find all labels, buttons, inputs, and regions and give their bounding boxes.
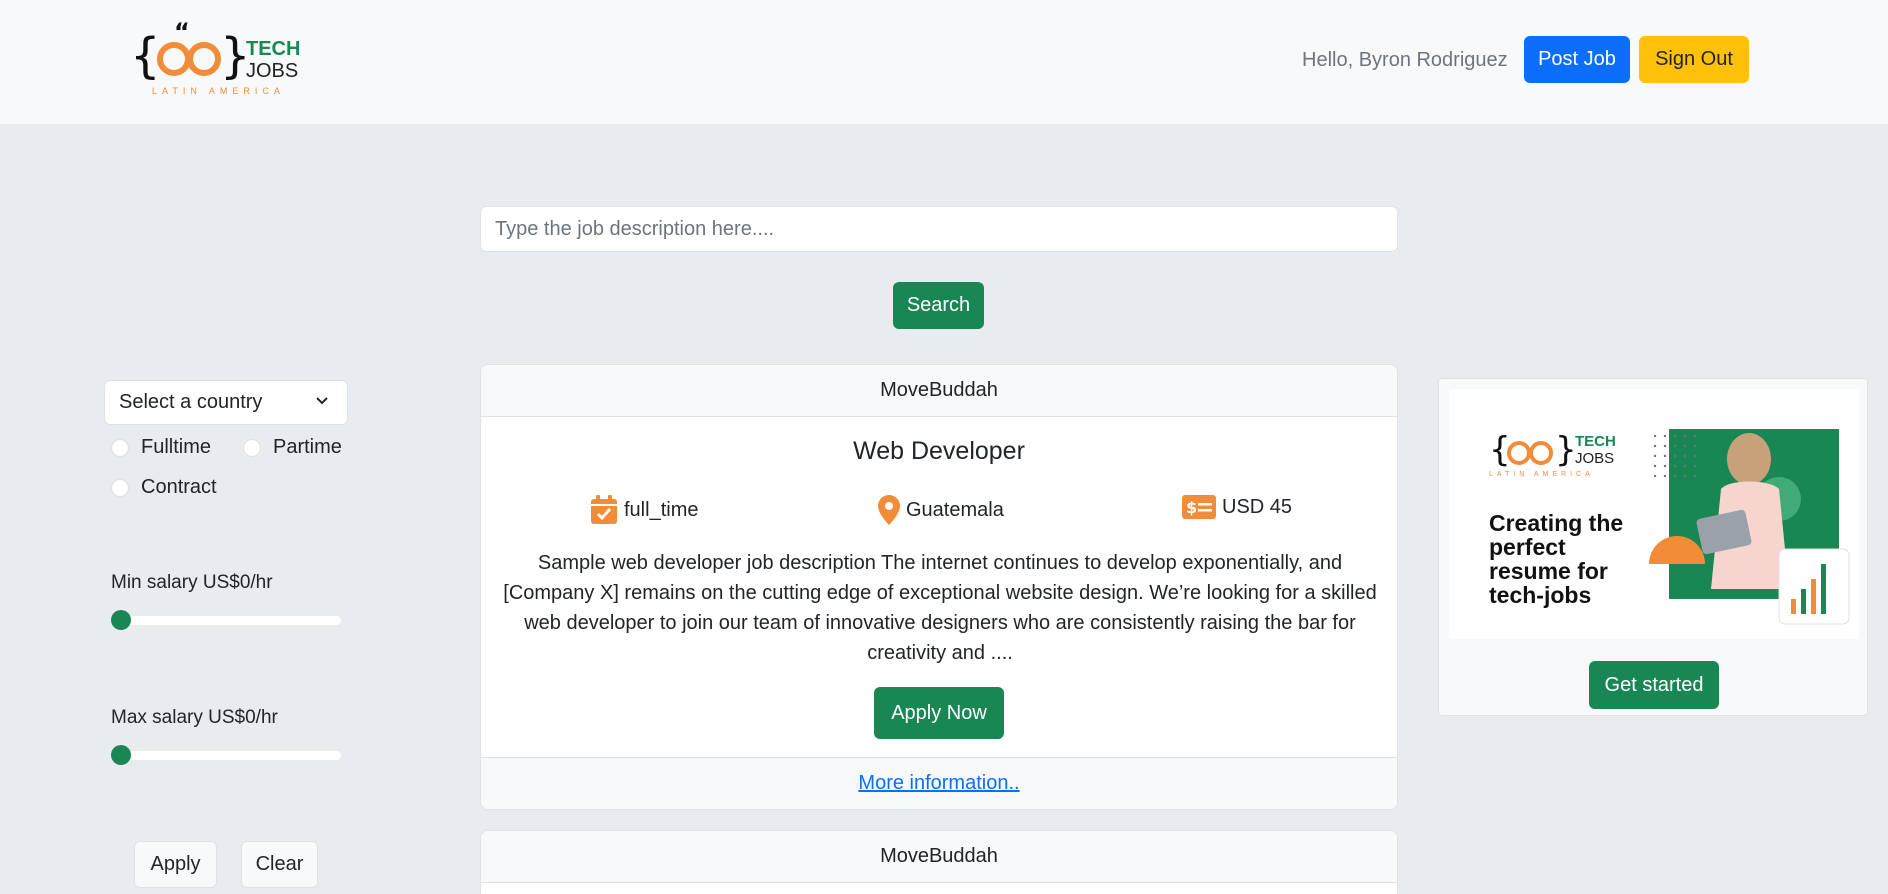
radio-dot[interactable] (111, 438, 129, 457)
min-salary-slider[interactable] (111, 610, 341, 630)
svg-text:$: $ (1186, 498, 1197, 517)
max-salary-slider[interactable] (111, 745, 341, 765)
job-company: MoveBuddah (481, 365, 1397, 417)
apply-filters-button[interactable]: Apply (134, 841, 217, 888)
svg-text:}: } (1555, 430, 1577, 470)
country-select-value: Select a country (119, 391, 263, 413)
job-type-text: full_time (624, 498, 699, 521)
svg-text:“: “ (174, 20, 190, 46)
job-type: full_time (590, 495, 698, 525)
job-card-footer: More information.. (481, 757, 1397, 809)
more-information-link[interactable]: More information.. (858, 772, 1019, 795)
job-location: Guatemala (878, 495, 1004, 525)
svg-text:{: { (130, 28, 161, 84)
min-salary-label: Min salary US$0/hr (111, 572, 273, 593)
radio-label-fulltime: Fulltime (141, 436, 212, 458)
job-salary-text: USD 45 (1222, 495, 1293, 518)
max-salary-slider-thumb[interactable] (111, 745, 131, 765)
money-card-icon: $ (1182, 495, 1216, 519)
map-pin-icon (878, 495, 900, 525)
logo-word-jobs: JOBS (246, 60, 299, 82)
logo-tagline: LATIN AMERICA (152, 86, 285, 96)
job-salary: $ USD 45 (1182, 495, 1292, 519)
radio-label-contract: Contract (141, 476, 217, 498)
search-button[interactable]: Search (893, 282, 984, 329)
radio-contract[interactable]: Contract (111, 476, 217, 499)
job-company: MoveBuddah (481, 831, 1397, 883)
job-card: MoveBuddah Web Developer full_time Guate… (480, 364, 1398, 810)
resume-ad: { } TECH JOBS LATIN AMERICA Creating the… (1438, 378, 1868, 716)
site-logo[interactable]: { “ } TECH JOBS LATIN AMERICA (130, 18, 320, 102)
radio-label-partime: Partime (273, 436, 342, 458)
ad-logo-word-jobs: JOBS (1575, 450, 1615, 467)
sign-out-button[interactable]: Sign Out (1639, 36, 1749, 83)
job-location-text: Guatemala (906, 498, 1004, 521)
ad-logo-tagline: LATIN AMERICA (1489, 471, 1594, 478)
clear-filters-button[interactable]: Clear (241, 841, 318, 888)
job-search-input[interactable] (480, 206, 1398, 252)
job-card: MoveBuddah (480, 830, 1398, 894)
country-select[interactable]: Select a country (104, 380, 348, 425)
job-description: Sample web developer job description The… (503, 552, 1377, 664)
post-job-button[interactable]: Post Job (1524, 36, 1630, 83)
get-started-button[interactable]: Get started (1589, 661, 1719, 709)
radio-fulltime[interactable]: Fulltime (111, 436, 211, 459)
job-title: Web Developer (853, 437, 1025, 465)
apply-now-button[interactable]: Apply Now (874, 687, 1004, 739)
ad-logo-word-tech: TECH (1575, 433, 1616, 450)
min-salary-slider-thumb[interactable] (111, 610, 131, 630)
calendar-check-icon (591, 495, 617, 524)
chevron-down-icon (316, 397, 328, 405)
ad-headline: Creating the perfect resume for tech-job… (1489, 510, 1624, 608)
ad-banner-image: { } TECH JOBS LATIN AMERICA Creating the… (1449, 389, 1859, 639)
logo-word-tech: TECH (246, 38, 301, 60)
navbar: { “ } TECH JOBS LATIN AMERICA Hello, Byr… (0, 0, 1888, 124)
radio-dot[interactable] (243, 438, 261, 457)
radio-dot[interactable] (111, 478, 129, 497)
user-greeting: Hello, Byron Rodriguez (1302, 49, 1508, 71)
radio-partime[interactable]: Partime (243, 436, 342, 459)
max-salary-label: Max salary US$0/hr (111, 707, 278, 728)
